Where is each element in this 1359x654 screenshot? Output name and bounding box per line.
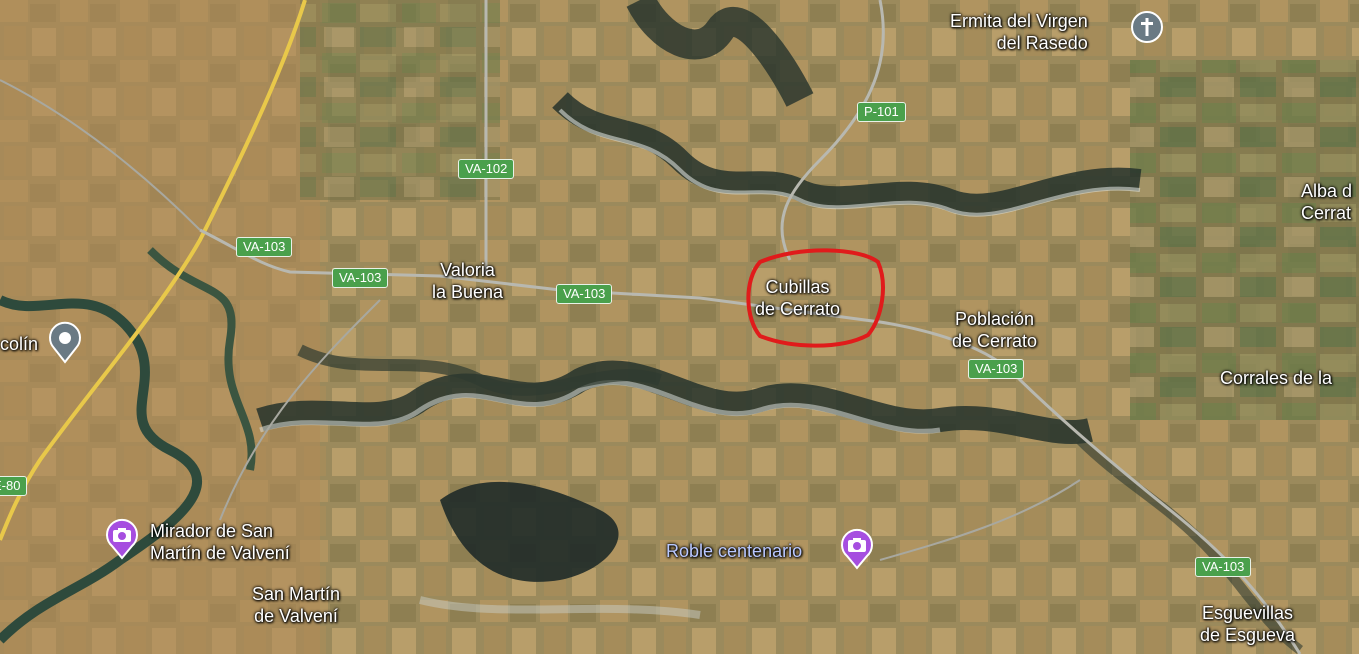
terrain-east-fields [1130,60,1359,420]
road-shield-va103: VA-103 [236,237,293,257]
road-shield-va103: VA-103 [1195,557,1252,577]
road-shield-e80: E-80 [0,476,28,496]
place-label-colin[interactable]: colín [0,333,38,355]
camera-pin-icon[interactable] [839,528,875,570]
road-shield-p101: P-101 [857,102,906,122]
place-label-corrales[interactable]: Corrales de la [1220,367,1332,389]
place-label-cubillas[interactable]: Cubillas de Cerrato [755,276,840,320]
poi-label-mirador[interactable]: Mirador de San Martín de Valvení [150,520,290,564]
place-pin-icon[interactable] [46,320,84,364]
road-shield-va103: VA-103 [332,268,389,288]
camera-pin-icon[interactable] [104,518,140,560]
place-label-alba[interactable]: Alba d Cerrat [1301,180,1352,224]
place-label-san-martin[interactable]: San Martín de Valvení [252,583,340,627]
road-shield-va103: VA-103 [968,359,1025,379]
road-shield-va102: VA-102 [458,159,515,179]
poi-label-roble[interactable]: Roble centenario [666,540,802,562]
place-label-poblacion[interactable]: Población de Cerrato [952,308,1037,352]
place-label-esguevillas[interactable]: Esguevillas de Esgueva [1200,602,1295,646]
place-label-ermita[interactable]: Ermita del Virgen del Rasedo [950,10,1088,54]
road-shield-va103: VA-103 [556,284,613,304]
church-cross-icon[interactable] [1130,10,1164,44]
place-label-valoria[interactable]: Valoria la Buena [432,259,503,303]
